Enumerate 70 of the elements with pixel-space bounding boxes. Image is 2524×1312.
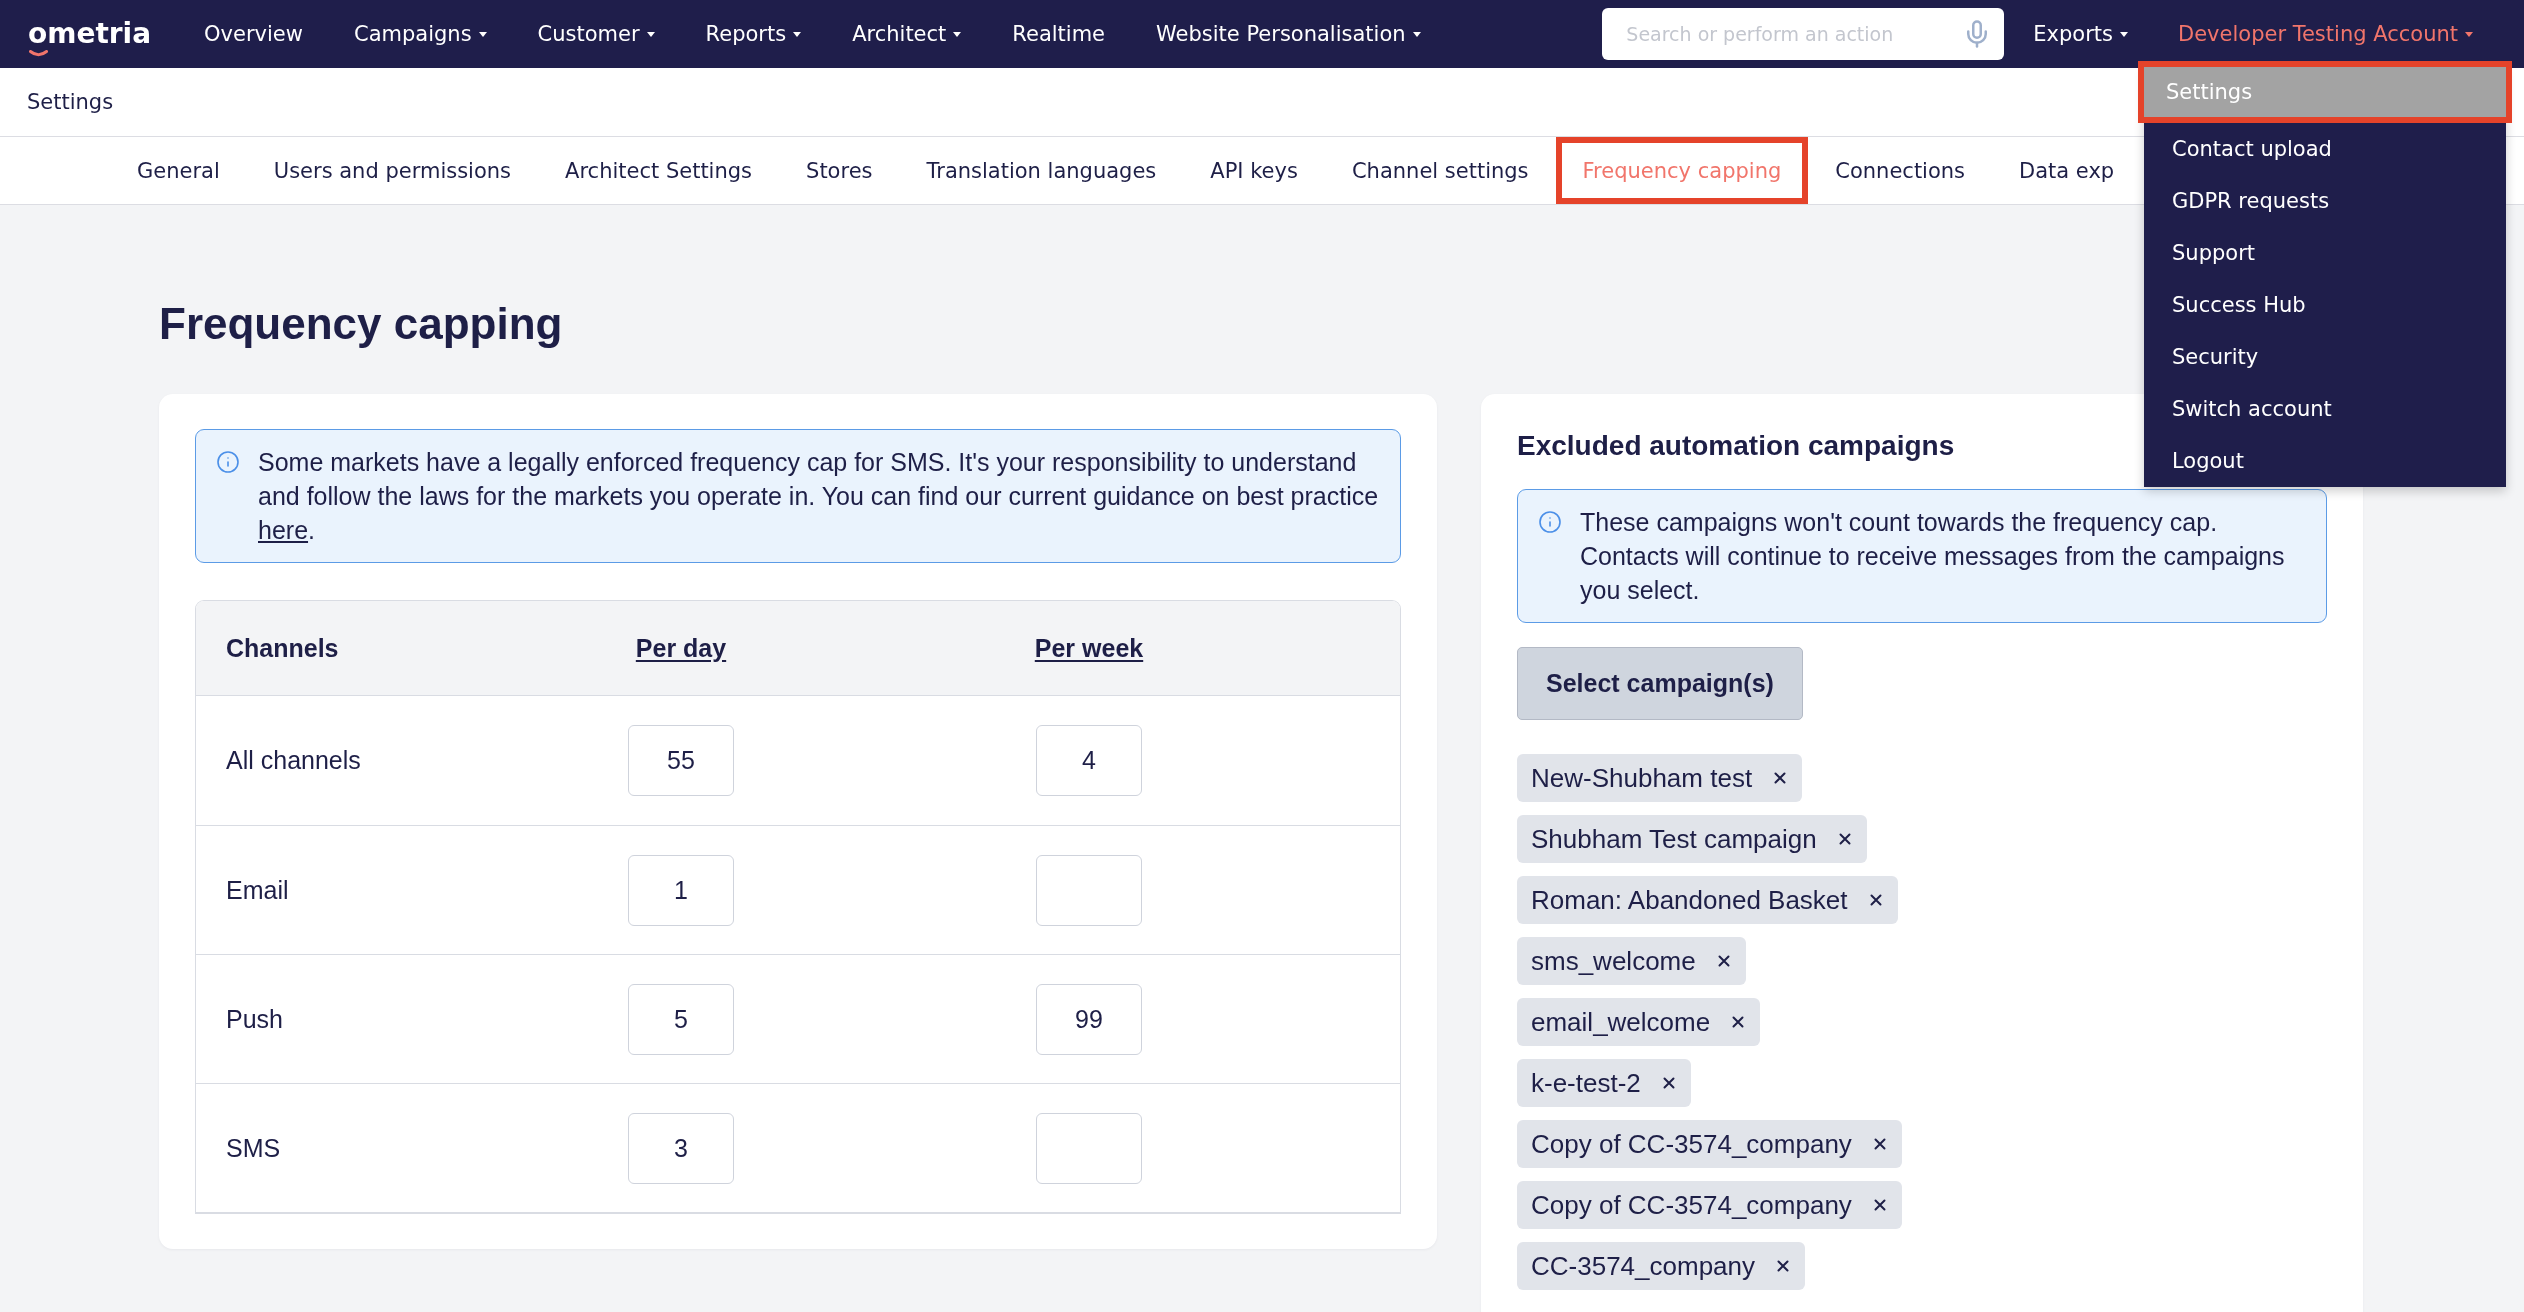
- close-icon[interactable]: [1873, 1138, 1886, 1150]
- limit-input[interactable]: [1036, 854, 1142, 926]
- nav-item[interactable]: Overview: [204, 22, 303, 46]
- nav-item[interactable]: Campaigns: [353, 22, 487, 46]
- info-icon: [216, 450, 240, 474]
- menu-item[interactable]: Logout: [2144, 435, 2506, 487]
- limit-input[interactable]: 1: [628, 854, 734, 926]
- select-campaigns-button[interactable]: Select campaign(s): [1517, 647, 1803, 720]
- notice-text: These campaigns won't count towards the frequency cap. Contacts will continue to receive messages from the campaigns you select.: [1580, 507, 2286, 606]
- tag-label: Copy of CC-3574_company: [1531, 1189, 1852, 1221]
- menu-item[interactable]: Success Hub: [2144, 279, 2506, 331]
- nav-item[interactable]: Architect: [852, 22, 962, 46]
- limit-input[interactable]: [1036, 1112, 1142, 1184]
- close-icon[interactable]: [1774, 772, 1787, 784]
- channel-name: SMS: [226, 1133, 281, 1163]
- section-title: Excluded automation campaigns: [1517, 429, 1955, 463]
- guidance-link[interactable]: here: [258, 516, 309, 544]
- limit-input[interactable]: 55: [628, 725, 734, 796]
- column-header: Channels: [226, 633, 339, 663]
- channel-name: Push: [226, 1004, 283, 1034]
- nav-item[interactable]: Realtime: [1012, 22, 1106, 46]
- nav-item[interactable]: Developer Testing Account: [2178, 22, 2473, 46]
- settings-tab[interactable]: API keys: [1183, 137, 1325, 204]
- tag-label: Roman: Abandoned Basket: [1531, 884, 1848, 916]
- tag-label: Copy of CC-3574_company: [1531, 1128, 1852, 1160]
- channel-name: All channels: [226, 746, 361, 775]
- channel-name: Email: [226, 875, 289, 905]
- menu-item[interactable]: Security: [2144, 331, 2506, 383]
- nav-item[interactable]: Customer: [537, 22, 655, 46]
- close-icon[interactable]: [1732, 1016, 1745, 1028]
- menu-item[interactable]: Contact upload: [2144, 123, 2506, 175]
- menu-item[interactable]: Switch account: [2144, 383, 2506, 435]
- menu-item[interactable]: Support: [2144, 227, 2506, 279]
- limit-input[interactable]: 3: [628, 1112, 734, 1184]
- info-icon: [1538, 510, 1562, 534]
- tag-label: Shubham Test campaign: [1531, 823, 1817, 855]
- tag-label: New-Shubham test: [1531, 762, 1753, 794]
- tag-label: sms_welcome: [1531, 945, 1696, 977]
- close-icon[interactable]: [1869, 894, 1882, 906]
- swoosh-icon: [29, 50, 48, 57]
- nav-item[interactable]: Exports: [2033, 22, 2128, 46]
- settings-tab[interactable]: Architect Settings: [538, 137, 780, 204]
- settings-tab[interactable]: General: [110, 137, 247, 204]
- close-icon[interactable]: [1717, 955, 1730, 967]
- breadcrumb: Settings: [27, 90, 114, 114]
- close-icon[interactable]: [1873, 1199, 1886, 1211]
- search-field[interactable]: Search or perform an action: [1602, 8, 2005, 60]
- nav-item[interactable]: Reports: [705, 22, 802, 46]
- close-icon[interactable]: [1838, 833, 1851, 845]
- tag-label: CC-3574_company: [1531, 1250, 1755, 1282]
- settings-tab[interactable]: Data exp: [1992, 137, 2142, 204]
- settings-tab[interactable]: Connections: [1808, 137, 1993, 204]
- limit-input[interactable]: 4: [1036, 725, 1142, 796]
- close-icon[interactable]: [1662, 1077, 1675, 1089]
- close-icon[interactable]: [1777, 1260, 1789, 1272]
- settings-tab[interactable]: Translation languages: [899, 137, 1184, 204]
- brand-logo[interactable]: ometria: [28, 20, 152, 48]
- limit-input[interactable]: 5: [628, 983, 734, 1055]
- notice-text: Some markets have a legally enforced frequency cap for SMS. It's your responsibility to understand and follow the laws for the markets you operate in. You can find our current guidance on best practice here.: [258, 447, 1380, 546]
- column-header[interactable]: Per day: [635, 633, 727, 663]
- column-header[interactable]: Per week: [1034, 633, 1144, 663]
- tag-label: email_welcome: [1531, 1006, 1711, 1038]
- page-title: Frequency capping: [159, 299, 563, 349]
- menu-item[interactable]: GDPR requests: [2144, 175, 2506, 227]
- tag-label: k-e-test-2: [1531, 1067, 1641, 1099]
- settings-tab[interactable]: Stores: [779, 137, 900, 204]
- settings-tab[interactable]: Users and permissions: [246, 137, 539, 204]
- nav-item[interactable]: Website Personalisation: [1156, 22, 1421, 46]
- settings-tab[interactable]: Channel settings: [1324, 137, 1556, 204]
- limit-input[interactable]: 99: [1036, 983, 1142, 1055]
